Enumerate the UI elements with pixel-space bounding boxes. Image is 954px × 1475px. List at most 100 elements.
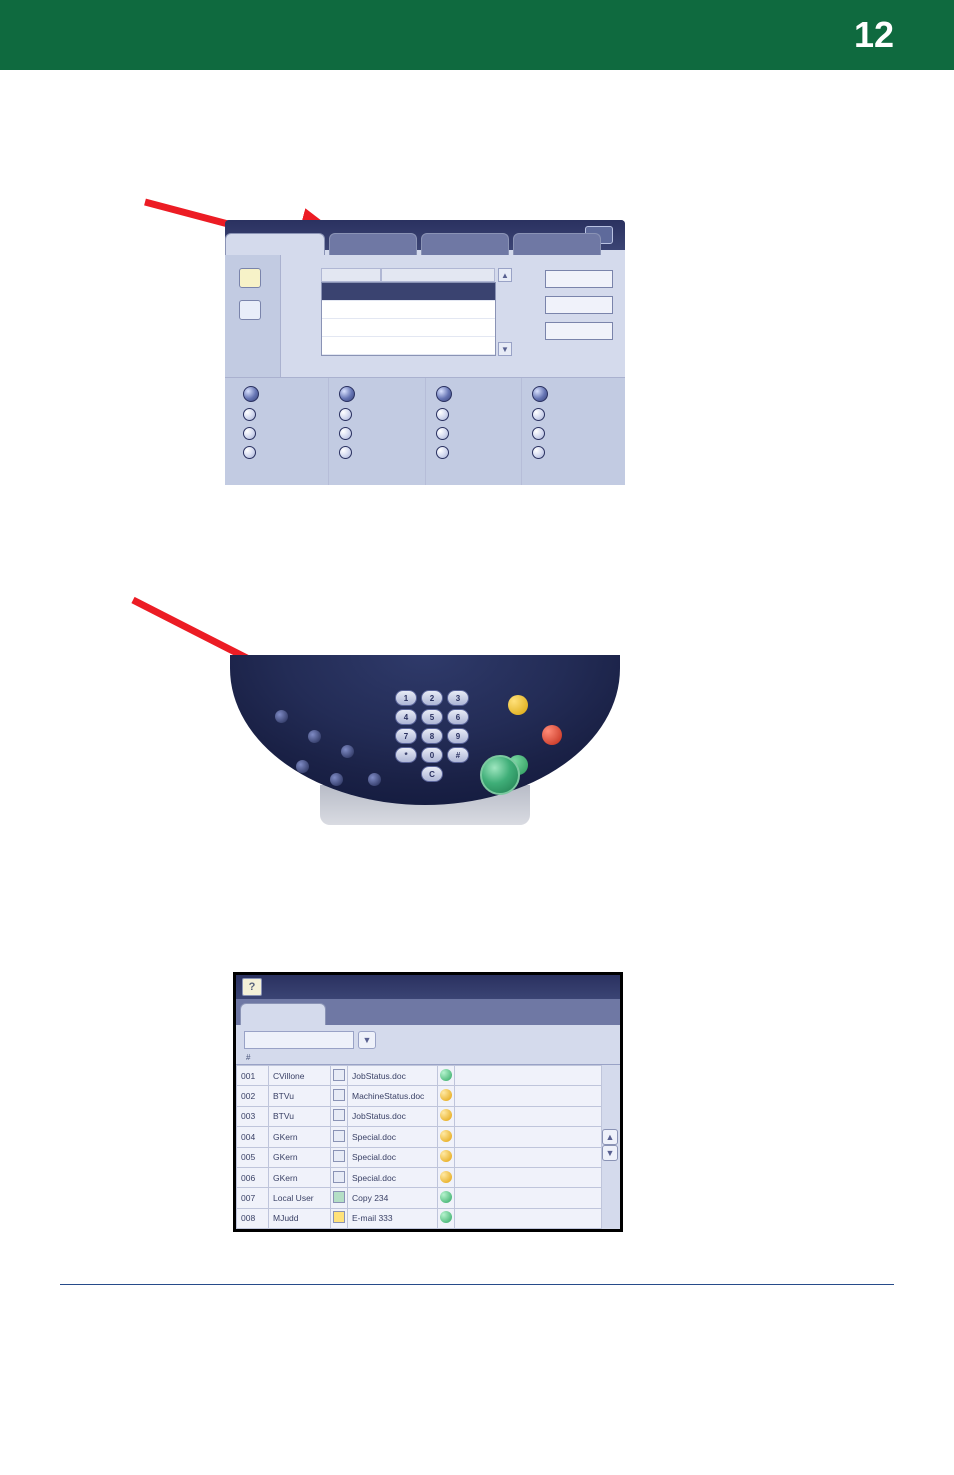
tab-3[interactable] xyxy=(421,233,509,255)
tab-2[interactable] xyxy=(329,233,417,255)
file-icon[interactable] xyxy=(239,300,261,320)
touchscreen-tabs xyxy=(225,233,601,255)
scroll-up-icon[interactable]: ▲ xyxy=(498,268,512,282)
list-item[interactable] xyxy=(322,337,495,355)
row-type-icon xyxy=(331,1127,348,1147)
table-row[interactable]: 003BTVu JobStatus.doc xyxy=(237,1106,602,1126)
start-button[interactable] xyxy=(480,755,520,795)
row-number: 008 xyxy=(237,1208,269,1228)
scroll-down-icon[interactable]: ▼ xyxy=(602,1145,618,1161)
option-button[interactable] xyxy=(339,427,352,440)
mode-button[interactable] xyxy=(296,760,309,773)
keypad-key-3[interactable]: 3 xyxy=(447,690,469,706)
option-button[interactable] xyxy=(436,386,452,402)
row-document: Copy 234 xyxy=(348,1188,438,1208)
option-button[interactable] xyxy=(339,386,355,402)
row-type-icon xyxy=(331,1086,348,1106)
row-document: JobStatus.doc xyxy=(348,1066,438,1086)
option-button[interactable] xyxy=(243,427,256,440)
keypad-key-1[interactable]: 1 xyxy=(395,690,417,706)
row-status-icon xyxy=(438,1208,455,1228)
touchscreen-main: ▲ ▼ xyxy=(281,250,625,377)
option-button[interactable] xyxy=(243,408,256,421)
row-document: Special.doc xyxy=(348,1147,438,1167)
row-details xyxy=(455,1066,602,1086)
table-row[interactable]: 001CVilloneJobStatus.doc xyxy=(237,1066,602,1086)
table-row[interactable]: 004GKernSpecial.doc xyxy=(237,1127,602,1147)
row-status-icon xyxy=(438,1066,455,1086)
row-document: E-mail 333 xyxy=(348,1208,438,1228)
folder-icon[interactable] xyxy=(239,268,261,288)
mode-button[interactable] xyxy=(368,773,381,786)
table-row[interactable]: 005GKernSpecial.doc xyxy=(237,1147,602,1167)
touchscreen-sidebar xyxy=(225,250,281,377)
option-button[interactable] xyxy=(339,446,352,459)
option-button[interactable] xyxy=(436,446,449,459)
mode-button[interactable] xyxy=(330,773,343,786)
tab-4[interactable] xyxy=(513,233,601,255)
keypad-key-5[interactable]: 5 xyxy=(421,709,443,725)
option-button[interactable] xyxy=(436,427,449,440)
interrupt-button[interactable] xyxy=(508,695,528,715)
list-item[interactable] xyxy=(322,319,495,337)
list-item[interactable] xyxy=(322,283,495,301)
keypad-key-0[interactable]: 0 xyxy=(421,747,443,763)
job-table: 001CVilloneJobStatus.doc002BTVuMachineSt… xyxy=(236,1065,602,1229)
option-button[interactable] xyxy=(339,408,352,421)
mail-icon xyxy=(333,1211,345,1223)
option-button[interactable] xyxy=(532,386,548,402)
list-scrollbar[interactable]: ▲ ▼ xyxy=(498,268,512,356)
table-scrollbar[interactable]: ▲ ▼ xyxy=(602,1065,620,1229)
option-button[interactable] xyxy=(532,427,545,440)
doc-icon xyxy=(333,1069,345,1081)
action-button-3[interactable] xyxy=(545,322,613,340)
stop-button[interactable] xyxy=(542,725,562,745)
help-icon[interactable]: ? xyxy=(242,978,262,996)
keypad-key-2[interactable]: 2 xyxy=(421,690,443,706)
job-status-tab[interactable] xyxy=(240,1003,326,1025)
job-status-topbar: ? xyxy=(236,975,620,999)
option-button[interactable] xyxy=(243,446,256,459)
status-go-icon xyxy=(440,1211,452,1223)
action-button-2[interactable] xyxy=(545,296,613,314)
keypad-key-6[interactable]: 6 xyxy=(447,709,469,725)
row-user: BTVu xyxy=(269,1106,331,1126)
mode-button[interactable] xyxy=(275,710,288,723)
tab-active[interactable] xyxy=(225,233,325,255)
figure-touchscreen-panel: ▲ ▼ xyxy=(225,220,625,485)
scroll-up-icon[interactable]: ▲ xyxy=(602,1129,618,1145)
row-details xyxy=(455,1106,602,1126)
row-number: 003 xyxy=(237,1106,269,1126)
keypad-key-C[interactable]: C xyxy=(421,766,443,782)
keypad-key-*[interactable]: * xyxy=(395,747,417,763)
mode-button[interactable] xyxy=(341,745,354,758)
scroll-down-icon[interactable]: ▼ xyxy=(498,342,512,356)
option-button[interactable] xyxy=(532,446,545,459)
table-row[interactable]: 008MJuddE-mail 333 xyxy=(237,1208,602,1228)
keypad-key-8[interactable]: 8 xyxy=(421,728,443,744)
table-row[interactable]: 006GKernSpecial.doc xyxy=(237,1167,602,1187)
page-number-band: 12 xyxy=(0,0,954,70)
mode-button[interactable] xyxy=(308,730,321,743)
option-button[interactable] xyxy=(436,408,449,421)
row-user: CVillone xyxy=(269,1066,331,1086)
keypad-key-#[interactable]: # xyxy=(447,747,469,763)
keypad-key-9[interactable]: 9 xyxy=(447,728,469,744)
table-header: # xyxy=(236,1051,620,1065)
row-status-icon xyxy=(438,1167,455,1187)
option-button[interactable] xyxy=(243,386,259,402)
filter-input[interactable] xyxy=(244,1031,354,1049)
chevron-down-icon[interactable]: ▼ xyxy=(358,1031,376,1049)
option-button[interactable] xyxy=(532,408,545,421)
footer-divider xyxy=(60,1284,894,1285)
row-user: GKern xyxy=(269,1127,331,1147)
list-item[interactable] xyxy=(322,301,495,319)
keypad-key-4[interactable]: 4 xyxy=(395,709,417,725)
row-number: 005 xyxy=(237,1147,269,1167)
keypad-key-7[interactable]: 7 xyxy=(395,728,417,744)
table-row[interactable]: 007Local UserCopy 234 xyxy=(237,1188,602,1208)
action-button-1[interactable] xyxy=(545,270,613,288)
row-document: JobStatus.doc xyxy=(348,1106,438,1126)
job-list[interactable] xyxy=(321,282,496,356)
table-row[interactable]: 002BTVuMachineStatus.doc xyxy=(237,1086,602,1106)
